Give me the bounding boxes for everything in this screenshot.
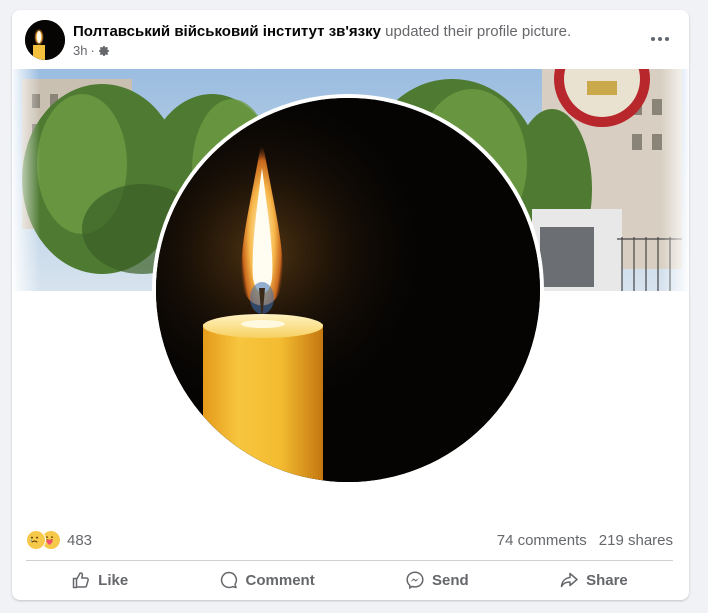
post-meta: 3h · (73, 43, 110, 58)
like-label: Like (98, 571, 129, 589)
more-dot-icon (665, 37, 669, 41)
post-stats: 483 74 comments 219 shares (26, 530, 673, 550)
send-button[interactable]: Send (391, 566, 483, 594)
post-header-text: Полтавський військовий інститут зв'язку … (73, 23, 571, 40)
profile-picture[interactable] (152, 94, 544, 486)
share-button[interactable]: Share (545, 566, 642, 594)
reactions-summary[interactable]: 483 (26, 530, 92, 550)
share-label: Share (586, 571, 628, 589)
post-card: Полтавський військовий інститут зв'язку … (12, 10, 689, 600)
share-icon (560, 572, 578, 588)
thumbs-up-icon (72, 572, 90, 589)
comment-icon (220, 571, 237, 589)
messenger-icon (406, 571, 424, 590)
comment-button[interactable]: Comment (205, 566, 329, 594)
comment-label: Comment (245, 571, 315, 589)
profile-picture-frame (156, 98, 540, 482)
sad-reaction-icon (26, 530, 46, 550)
like-button[interactable]: Like (57, 566, 142, 594)
send-label: Send (432, 571, 469, 589)
post-action-text: updated their profile picture. (385, 23, 572, 40)
more-dot-icon (658, 37, 662, 41)
actions-divider (26, 560, 673, 561)
post-options-button[interactable] (645, 28, 675, 50)
author-avatar[interactable] (25, 20, 65, 60)
reaction-count: 483 (67, 531, 93, 549)
more-dot-icon (651, 37, 655, 41)
candle-image (156, 98, 540, 482)
author-name-link[interactable]: Полтавський військовий інститут зв'язку (73, 23, 381, 40)
post-action-bar: Like Comment Send Share (26, 564, 673, 596)
meta-separator: · (90, 43, 95, 58)
engagement-stats: 74 comments 219 shares (497, 532, 673, 549)
shares-count-link[interactable]: 219 shares (599, 532, 673, 549)
comments-count-link[interactable]: 74 comments (497, 532, 587, 549)
gear-icon[interactable] (98, 45, 110, 57)
candle-icon (25, 20, 65, 60)
post-timestamp[interactable]: 3h (73, 43, 87, 58)
